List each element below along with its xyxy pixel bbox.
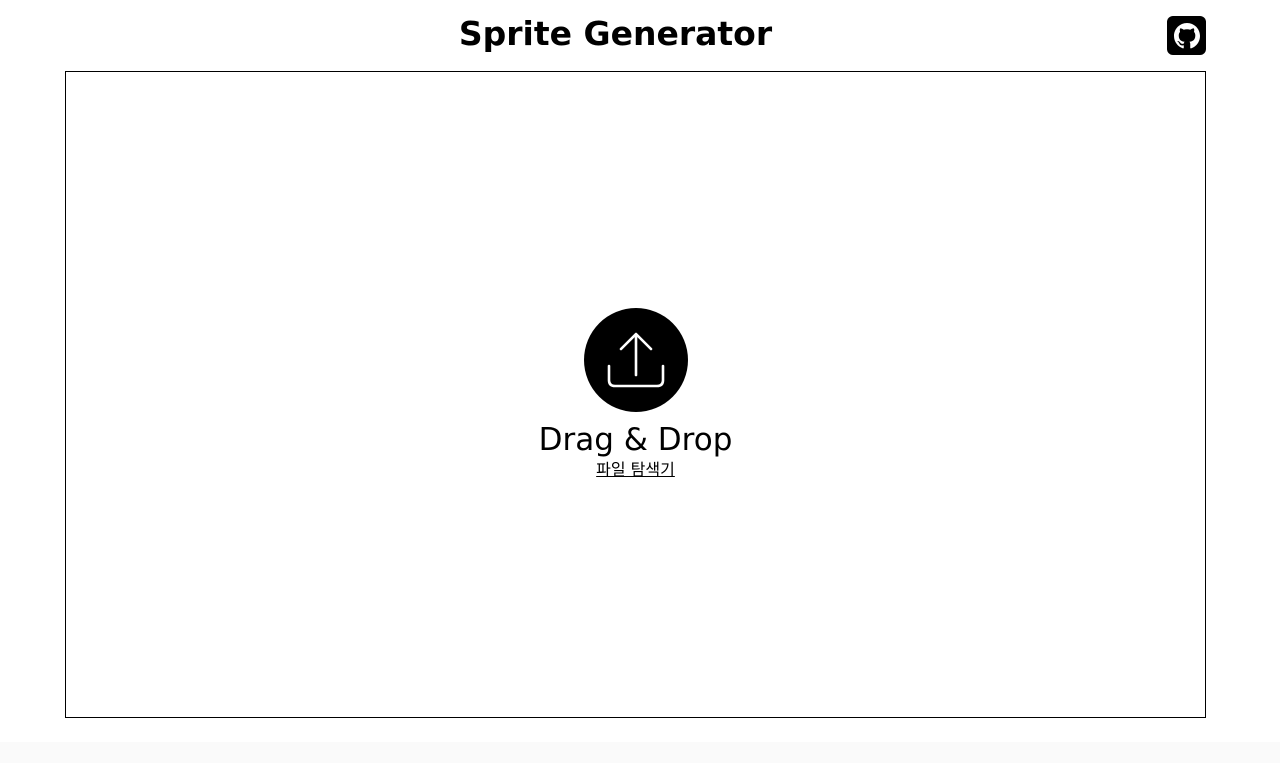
github-icon bbox=[1173, 22, 1200, 49]
upload-icon bbox=[583, 308, 688, 412]
file-explorer-link[interactable]: 파일 탐색기 bbox=[596, 459, 675, 481]
drop-zone[interactable]: Drag & Drop 파일 탐색기 bbox=[65, 71, 1206, 718]
drop-title: Drag & Drop bbox=[538, 422, 733, 458]
page: Sprite Generator Drag & Drop 파일 탐색기 bbox=[0, 0, 1280, 742]
github-link-button[interactable] bbox=[1167, 16, 1206, 55]
drop-content: Drag & Drop 파일 탐색기 bbox=[66, 308, 1205, 481]
header: Sprite Generator bbox=[0, 0, 1280, 70]
page-title: Sprite Generator bbox=[458, 14, 773, 53]
